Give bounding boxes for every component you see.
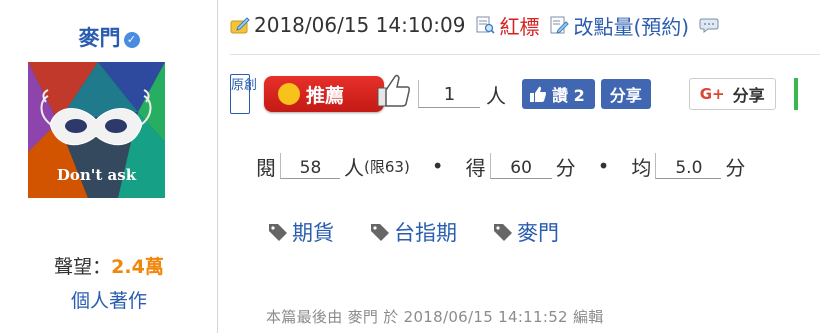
personal-works-link[interactable]: 個人著作	[0, 286, 218, 313]
tag-icon	[269, 224, 287, 241]
google-plus-share-button[interactable]: G+ 分享	[688, 78, 776, 110]
edit-pencil-folder-icon	[230, 17, 250, 34]
reputation-value: 2.4萬	[111, 256, 164, 278]
avatar[interactable]: Don't ask	[28, 62, 165, 198]
author-name-row: 麥門 ✓	[0, 22, 218, 52]
stats-row: 閱 58 人 (限63) • 得 60 分 • 均 5.0 分	[256, 148, 745, 184]
reputation-label: 聲望：	[54, 256, 112, 278]
tag-label: 台指期	[394, 221, 457, 245]
tag-icon	[371, 224, 389, 241]
tag-maimen[interactable]: 麥門	[493, 217, 559, 247]
verified-icon: ✓	[123, 32, 140, 48]
edit-document-icon	[550, 16, 570, 34]
facebook-share-button[interactable]: 分享	[600, 79, 651, 109]
recommend-count: 1	[418, 80, 480, 108]
facebook-like-button[interactable]: 讚 2	[522, 79, 595, 109]
read-count: 58	[280, 153, 340, 179]
action-row: 原創 推薦 1 人 讚 2 分享 G+ 分享	[230, 70, 798, 118]
comment-bubble-icon[interactable]	[699, 15, 719, 35]
tag-futures[interactable]: 期貨	[268, 217, 334, 247]
recommend-label: 推薦	[306, 84, 345, 107]
tag-label: 期貨	[292, 221, 334, 245]
score-unit: 分	[555, 155, 576, 180]
facebook-thumb-icon	[530, 86, 546, 102]
average-value: 5.0	[655, 153, 722, 179]
reputation: 聲望：2.4萬	[0, 252, 218, 279]
avatar-caption: Don't ask	[56, 166, 137, 184]
author-panel: 麥門 ✓ Don't ask 聲望：2.4萬 個人著作	[0, 0, 218, 333]
google-plus-label: 分享	[732, 86, 765, 105]
average-label: 均	[631, 155, 652, 180]
separator-dot: •	[597, 154, 610, 178]
tag-label: 麥門	[517, 221, 559, 245]
document-search-icon	[476, 16, 496, 34]
original-badge: 原創	[230, 74, 257, 114]
tag-icon	[494, 224, 512, 241]
person-unit: 人	[486, 83, 506, 108]
green-share-bar[interactable]	[793, 78, 798, 110]
smile-icon	[278, 83, 300, 105]
last-edited-note: 本篇最後由 麥門 於 2018/06/15 14:11:52 編輯	[266, 308, 604, 326]
facebook-like-label: 讚 2	[552, 86, 585, 105]
recommend-button[interactable]: 推薦	[264, 74, 410, 112]
header-divider	[230, 54, 820, 55]
author-name-link[interactable]: 麥門	[79, 26, 121, 50]
read-limit: (限63)	[364, 157, 410, 176]
tags-row: 期貨 台指期 麥門	[268, 212, 595, 252]
thumbs-up-icon	[377, 74, 410, 107]
read-unit: 人	[344, 155, 364, 180]
post-timestamp: 2018/06/15 14:10:09	[254, 13, 466, 37]
average-unit: 分	[725, 155, 746, 180]
separator-dot: •	[431, 154, 444, 178]
read-label: 閱	[256, 155, 276, 180]
post-meta-row: 2018/06/15 14:10:09 紅標 改點量(預約)	[230, 8, 723, 42]
score-label: 得	[465, 155, 486, 180]
score-value: 60	[489, 153, 552, 179]
google-plus-icon: G+	[699, 85, 725, 103]
tag-taiex-futures[interactable]: 台指期	[370, 217, 457, 247]
change-points-link[interactable]: 改點量(預約)	[573, 11, 689, 40]
red-label-link[interactable]: 紅標	[499, 11, 539, 40]
